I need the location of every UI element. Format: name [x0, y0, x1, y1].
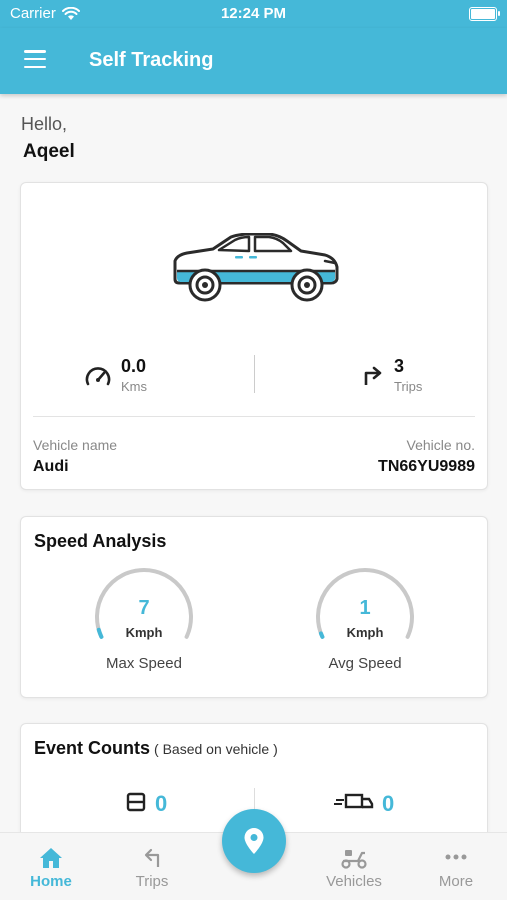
- distance-unit: Kms: [121, 379, 147, 394]
- scooter-icon: [304, 847, 404, 871]
- more-dots-icon: [406, 847, 506, 871]
- tab-home[interactable]: Home: [1, 847, 101, 890]
- app-title: Self Tracking: [89, 49, 214, 71]
- app-bar: Self Tracking: [0, 28, 507, 94]
- avg-speed-label: Avg Speed: [328, 655, 402, 672]
- event-counts-title: Event Counts( Based on vehicle ): [34, 738, 278, 759]
- car-icon: [169, 232, 341, 305]
- battery-icon: [469, 7, 500, 21]
- max-speed-unit: Kmph: [125, 625, 163, 640]
- vehicle-name-label: Vehicle name: [33, 437, 118, 453]
- speedometer-icon: [85, 367, 111, 386]
- card-divider: [33, 416, 475, 417]
- event-count-left-value: 0: [155, 791, 168, 816]
- vehicle-no-value: TN66YU9989: [378, 458, 475, 475]
- fast-truck-icon: [334, 793, 374, 809]
- avg-speed-gauge: 1 Kmph: [313, 567, 417, 647]
- event-count-right: 0: [334, 792, 394, 816]
- location-pin-icon: [244, 828, 264, 854]
- status-bar: Carrier 12:24 PM: [0, 0, 507, 28]
- tab-trips[interactable]: Trips: [102, 847, 202, 890]
- event-counts-title-text: Event Counts: [34, 738, 151, 758]
- bus-icon: [126, 792, 146, 812]
- distance-stat: 0.0 Kms: [85, 355, 147, 394]
- avg-speed-value: 1: [359, 597, 371, 619]
- tab-trips-label: Trips: [135, 873, 169, 890]
- home-icon: [1, 847, 101, 871]
- trips-unit: Trips: [394, 379, 423, 394]
- vehicle-no-label: Vehicle no.: [406, 437, 476, 453]
- location-fab-button[interactable]: [222, 809, 286, 873]
- event-counts-subtitle: ( Based on vehicle ): [154, 741, 278, 757]
- tab-more-label: More: [438, 873, 474, 890]
- vehicle-card[interactable]: 0.0 Kms 3 Trips Vehicle name Audi Vehicl…: [20, 182, 488, 490]
- greeting-hello: Hello,: [21, 114, 68, 134]
- max-speed-label: Max Speed: [106, 655, 182, 672]
- tab-vehicles-label: Vehicles: [326, 873, 382, 890]
- greeting-username: Aqeel: [23, 141, 75, 162]
- trips-value: 3: [394, 356, 405, 376]
- stat-divider: [254, 355, 255, 393]
- speed-analysis-title: Speed Analysis: [34, 531, 167, 551]
- vehicle-name-value: Audi: [33, 458, 69, 475]
- turn-left-arrow-icon: [102, 847, 202, 871]
- event-count-left: 0: [125, 792, 167, 816]
- tab-more[interactable]: More: [406, 847, 506, 890]
- turn-right-arrow-icon: [364, 366, 382, 385]
- distance-value: 0.0: [121, 356, 147, 376]
- avg-speed-unit: Kmph: [346, 625, 384, 640]
- tab-home-label: Home: [30, 873, 72, 890]
- hamburger-menu-icon[interactable]: [24, 50, 46, 68]
- trips-stat: 3 Trips: [362, 355, 422, 394]
- speed-analysis-card: Speed Analysis 7 Kmph Max Speed 1 Kmph A…: [20, 516, 488, 698]
- event-count-right-value: 0: [382, 791, 395, 816]
- tab-vehicles[interactable]: Vehicles: [304, 847, 404, 890]
- max-speed-gauge: 7 Kmph: [92, 567, 196, 647]
- status-time: 12:24 PM: [220, 5, 287, 22]
- max-speed-value: 7: [138, 597, 150, 619]
